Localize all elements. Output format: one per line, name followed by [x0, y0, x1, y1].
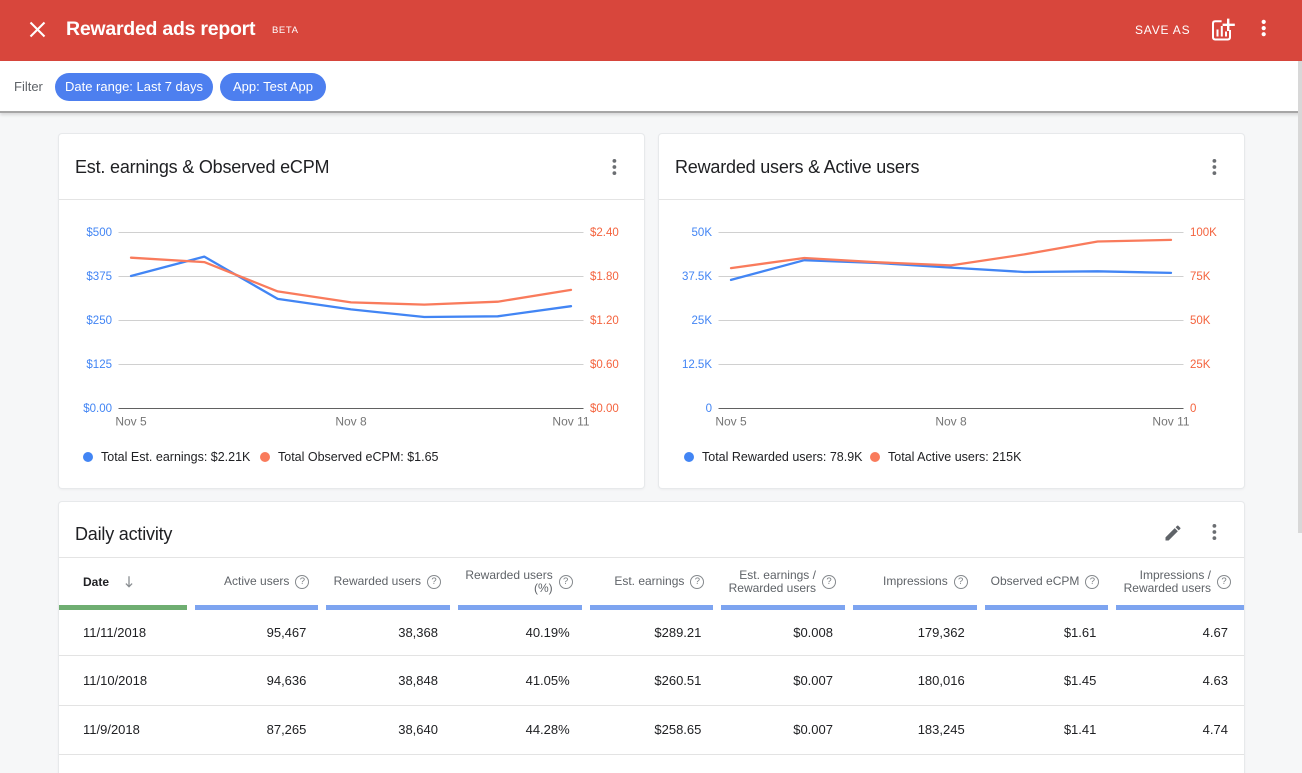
- svg-text:25K: 25K: [692, 315, 713, 327]
- svg-text:$0.00: $0.00: [83, 403, 112, 415]
- svg-text:Nov 5: Nov 5: [715, 415, 747, 429]
- svg-text:Nov 8: Nov 8: [935, 415, 967, 429]
- svg-text:50K: 50K: [692, 227, 713, 239]
- svg-text:50K: 50K: [1190, 315, 1211, 327]
- svg-text:$1.80: $1.80: [590, 271, 619, 283]
- svg-text:$250: $250: [86, 315, 112, 327]
- svg-text:12.5K: 12.5K: [682, 359, 712, 371]
- svg-text:0: 0: [706, 403, 712, 415]
- svg-text:100K: 100K: [1190, 227, 1217, 239]
- svg-text:$500: $500: [86, 227, 112, 239]
- svg-text:$125: $125: [86, 359, 112, 371]
- svg-text:$2.40: $2.40: [590, 227, 619, 239]
- svg-text:$0.60: $0.60: [590, 359, 619, 371]
- svg-text:Nov 11: Nov 11: [552, 415, 589, 429]
- svg-text:25K: 25K: [1190, 359, 1211, 371]
- svg-text:$375: $375: [86, 271, 112, 283]
- svg-text:Nov 11: Nov 11: [1152, 415, 1189, 429]
- svg-text:$0.00: $0.00: [590, 403, 619, 415]
- svg-text:0: 0: [1190, 403, 1196, 415]
- svg-text:Nov 5: Nov 5: [115, 415, 147, 429]
- svg-text:37.5K: 37.5K: [682, 271, 712, 283]
- svg-text:75K: 75K: [1190, 271, 1211, 283]
- svg-text:$1.20: $1.20: [590, 315, 619, 327]
- svg-text:Nov 8: Nov 8: [335, 415, 367, 429]
